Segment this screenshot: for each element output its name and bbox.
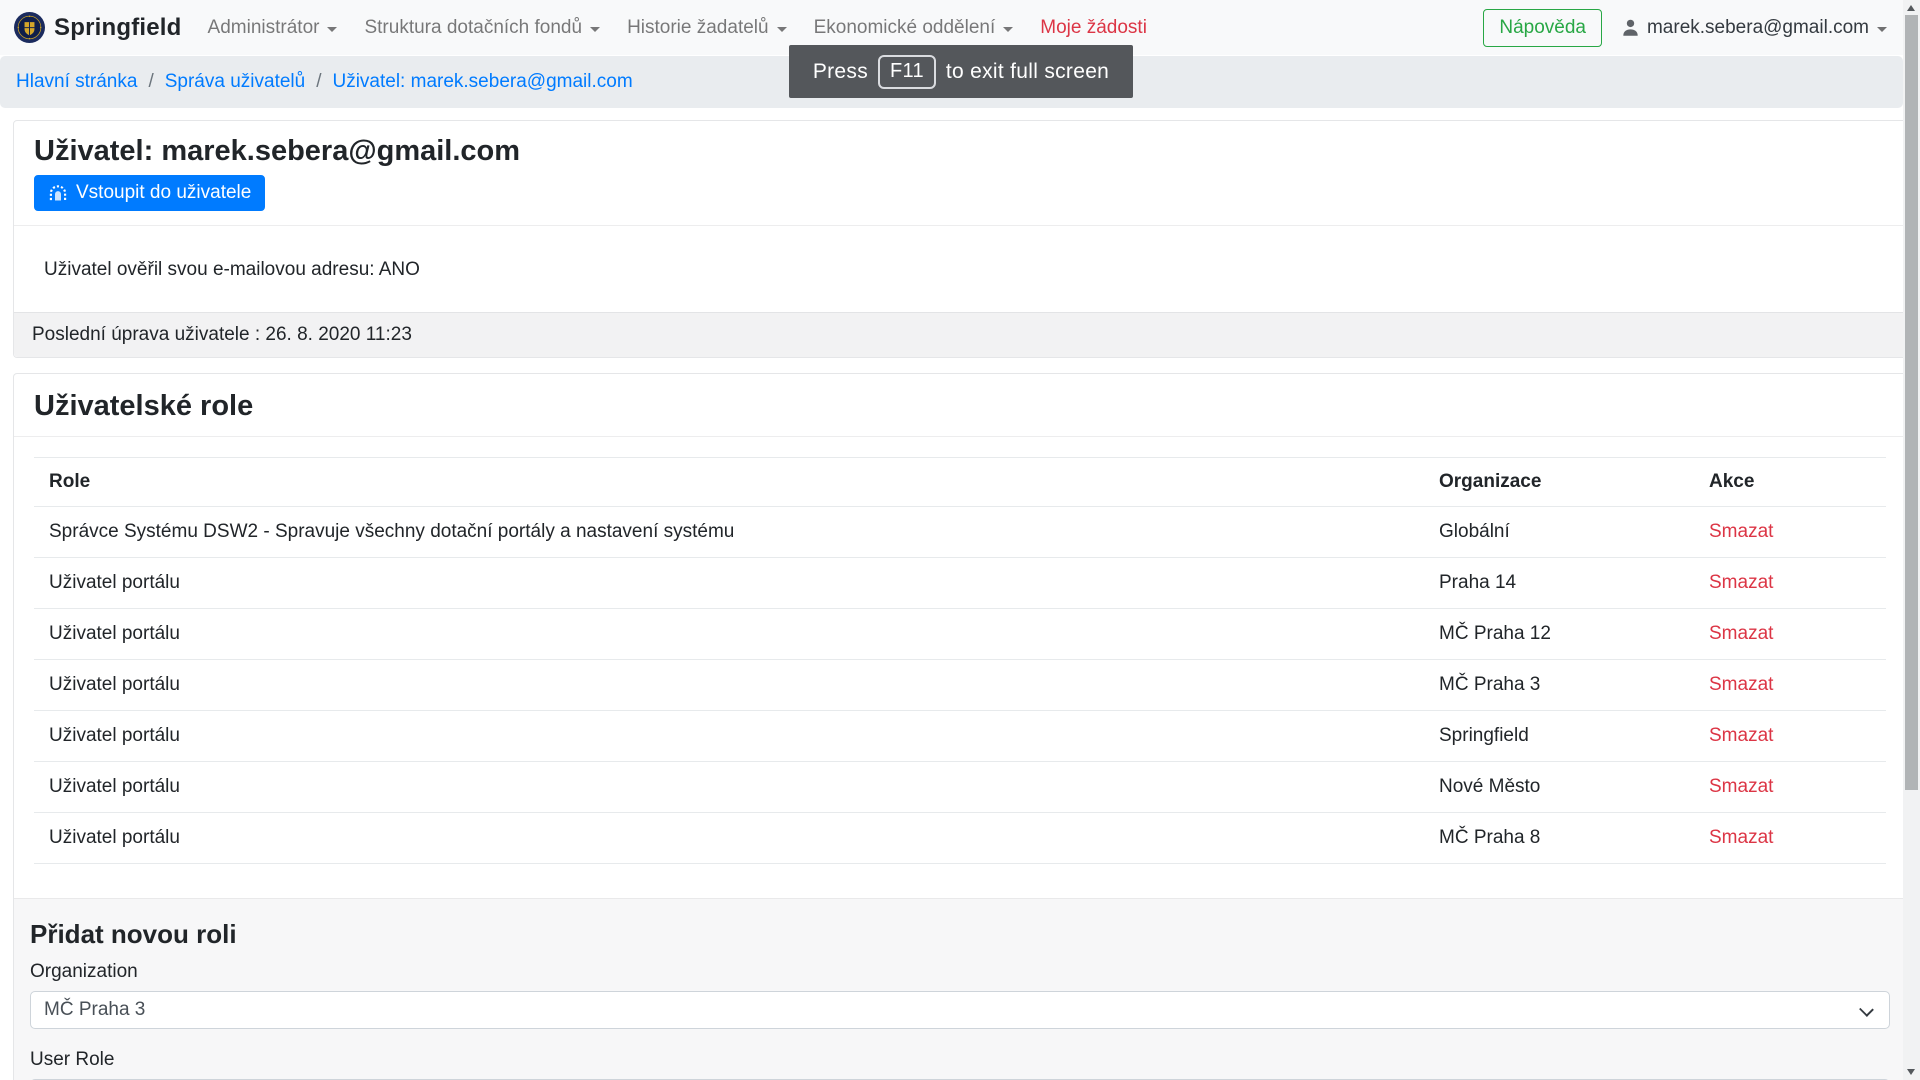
- user-menu[interactable]: marek.sebera@gmail.com: [1620, 17, 1887, 39]
- navbar-right: Nápověda marek.sebera@gmail.com: [1483, 9, 1887, 47]
- user-icon: [1620, 17, 1641, 38]
- chevron-down-icon: [1877, 27, 1887, 32]
- springfield-seal-icon: [14, 12, 45, 43]
- table-row: Uživatel portálu Nové Město Smazat: [34, 762, 1886, 813]
- breadcrumb-user-admin-link[interactable]: Správa uživatelů: [165, 71, 305, 93]
- delete-role-link[interactable]: Smazat: [1709, 572, 1773, 593]
- nav-item-label: Administrátor: [208, 17, 320, 39]
- role-cell: Uživatel portálu: [34, 660, 1424, 711]
- add-role-section: Přidat novou roli Organization MČ Praha …: [14, 898, 1906, 1080]
- roles-card-header: Uživatelské role: [14, 374, 1906, 437]
- toast-press-text: Press: [813, 60, 868, 84]
- organization-cell: Globální: [1424, 507, 1694, 558]
- column-header-action: Akce: [1694, 458, 1886, 507]
- role-cell: Uživatel portálu: [34, 762, 1424, 813]
- archway-icon: [48, 183, 68, 203]
- user-role-field-label: User Role: [30, 1049, 1890, 1071]
- nav-item-label: Historie žadatelů: [627, 17, 769, 39]
- scrollbar-down-arrow-icon[interactable]: [1907, 1069, 1915, 1075]
- nav-item-administrator[interactable]: Administrátor: [208, 17, 338, 39]
- brand[interactable]: Springfield: [14, 12, 182, 43]
- organization-cell: MČ Praha 8: [1424, 813, 1694, 864]
- vertical-scrollbar[interactable]: [1903, 0, 1920, 1080]
- user-card: Uživatel: marek.sebera@gmail.com Vstoupi…: [13, 120, 1907, 358]
- table-row: Uživatel portálu Springfield Smazat: [34, 711, 1886, 762]
- breadcrumb-current-user-link[interactable]: Uživatel: marek.sebera@gmail.com: [332, 71, 632, 93]
- nav-item-label: Ekonomické oddělení: [814, 17, 996, 39]
- page-title: Uživatel: marek.sebera@gmail.com: [34, 135, 1886, 167]
- chevron-down-icon: [1003, 27, 1013, 32]
- chevron-down-icon: [590, 27, 600, 32]
- add-role-title: Přidat novou roli: [30, 919, 1890, 949]
- organization-select[interactable]: MČ Praha 3: [30, 991, 1890, 1029]
- table-row: Uživatel portálu MČ Praha 12 Smazat: [34, 609, 1886, 660]
- enter-user-button-label: Vstoupit do uživatele: [76, 182, 251, 204]
- roles-section-title: Uživatelské role: [34, 390, 1886, 422]
- organization-cell: MČ Praha 3: [1424, 660, 1694, 711]
- nav-item-label: Struktura dotačních fondů: [364, 17, 582, 39]
- help-button[interactable]: Nápověda: [1483, 9, 1602, 47]
- roles-table: Role Organizace Akce Správce Systému DSW…: [34, 457, 1886, 864]
- organization-field-label: Organization: [30, 961, 1890, 983]
- breadcrumb-separator: /: [148, 71, 153, 93]
- user-email: marek.sebera@gmail.com: [1647, 17, 1869, 39]
- role-cell: Uživatel portálu: [34, 813, 1424, 864]
- user-card-footer: Poslední úprava uživatele : 26. 8. 2020 …: [14, 312, 1906, 357]
- role-cell: Uživatel portálu: [34, 558, 1424, 609]
- table-row: Uživatel portálu MČ Praha 8 Smazat: [34, 813, 1886, 864]
- roles-card: Uživatelské role Role Organizace Akce Sp…: [13, 373, 1907, 1080]
- f11-key-badge: F11: [878, 55, 936, 89]
- email-verified-text: Uživatel ověřil svou e-mailovou adresu: …: [44, 259, 420, 280]
- nav-items: Administrátor Struktura dotačních fondů …: [208, 17, 1484, 39]
- chevron-down-icon: [777, 27, 787, 32]
- role-cell: Uživatel portálu: [34, 711, 1424, 762]
- organization-cell: MČ Praha 12: [1424, 609, 1694, 660]
- brand-name: Springfield: [54, 14, 182, 42]
- delete-role-link[interactable]: Smazat: [1709, 776, 1773, 797]
- role-cell: Uživatel portálu: [34, 609, 1424, 660]
- organization-select-value: MČ Praha 3: [44, 999, 145, 1021]
- table-header-row: Role Organizace Akce: [34, 458, 1886, 507]
- enter-user-button[interactable]: Vstoupit do uživatele: [34, 175, 265, 211]
- column-header-organization: Organizace: [1424, 458, 1694, 507]
- main-content: Uživatel: marek.sebera@gmail.com Vstoupi…: [0, 108, 1920, 1080]
- delete-role-link[interactable]: Smazat: [1709, 623, 1773, 644]
- table-row: Uživatel portálu MČ Praha 3 Smazat: [34, 660, 1886, 711]
- nav-item-label: Moje žádosti: [1040, 17, 1147, 39]
- column-header-role: Role: [34, 458, 1424, 507]
- organization-cell: Springfield: [1424, 711, 1694, 762]
- delete-role-link[interactable]: Smazat: [1709, 725, 1773, 746]
- fullscreen-toast: Press F11 to exit full screen: [789, 45, 1133, 98]
- organization-cell: Praha 14: [1424, 558, 1694, 609]
- scrollbar-up-arrow-icon[interactable]: [1907, 5, 1915, 11]
- last-update-text: Poslední úprava uživatele : 26. 8. 2020 …: [32, 324, 412, 345]
- delete-role-link[interactable]: Smazat: [1709, 674, 1773, 695]
- user-card-body: Uživatel ověřil svou e-mailovou adresu: …: [14, 226, 1906, 312]
- delete-role-link[interactable]: Smazat: [1709, 827, 1773, 848]
- role-cell: Správce Systému DSW2 - Spravuje všechny …: [34, 507, 1424, 558]
- table-row: Uživatel portálu Praha 14 Smazat: [34, 558, 1886, 609]
- toast-suffix-text: to exit full screen: [946, 60, 1109, 84]
- breadcrumb-home-link[interactable]: Hlavní stránka: [16, 71, 137, 93]
- breadcrumb-separator: /: [316, 71, 321, 93]
- user-card-header: Uživatel: marek.sebera@gmail.com Vstoupi…: [14, 121, 1906, 226]
- delete-role-link[interactable]: Smazat: [1709, 521, 1773, 542]
- chevron-down-icon: [1859, 1002, 1874, 1017]
- chevron-down-icon: [327, 27, 337, 32]
- scrollbar-thumb[interactable]: [1905, 15, 1918, 790]
- roles-card-body: Role Organizace Akce Správce Systému DSW…: [14, 437, 1906, 898]
- nav-item-ekonomicke-oddeleni[interactable]: Ekonomické oddělení: [814, 17, 1014, 39]
- nav-item-struktura-dotacnich-fondu[interactable]: Struktura dotačních fondů: [364, 17, 600, 39]
- organization-cell: Nové Město: [1424, 762, 1694, 813]
- table-row: Správce Systému DSW2 - Spravuje všechny …: [34, 507, 1886, 558]
- nav-item-historie-zadatelu[interactable]: Historie žadatelů: [627, 17, 787, 39]
- nav-item-moje-zadosti[interactable]: Moje žádosti: [1040, 17, 1147, 39]
